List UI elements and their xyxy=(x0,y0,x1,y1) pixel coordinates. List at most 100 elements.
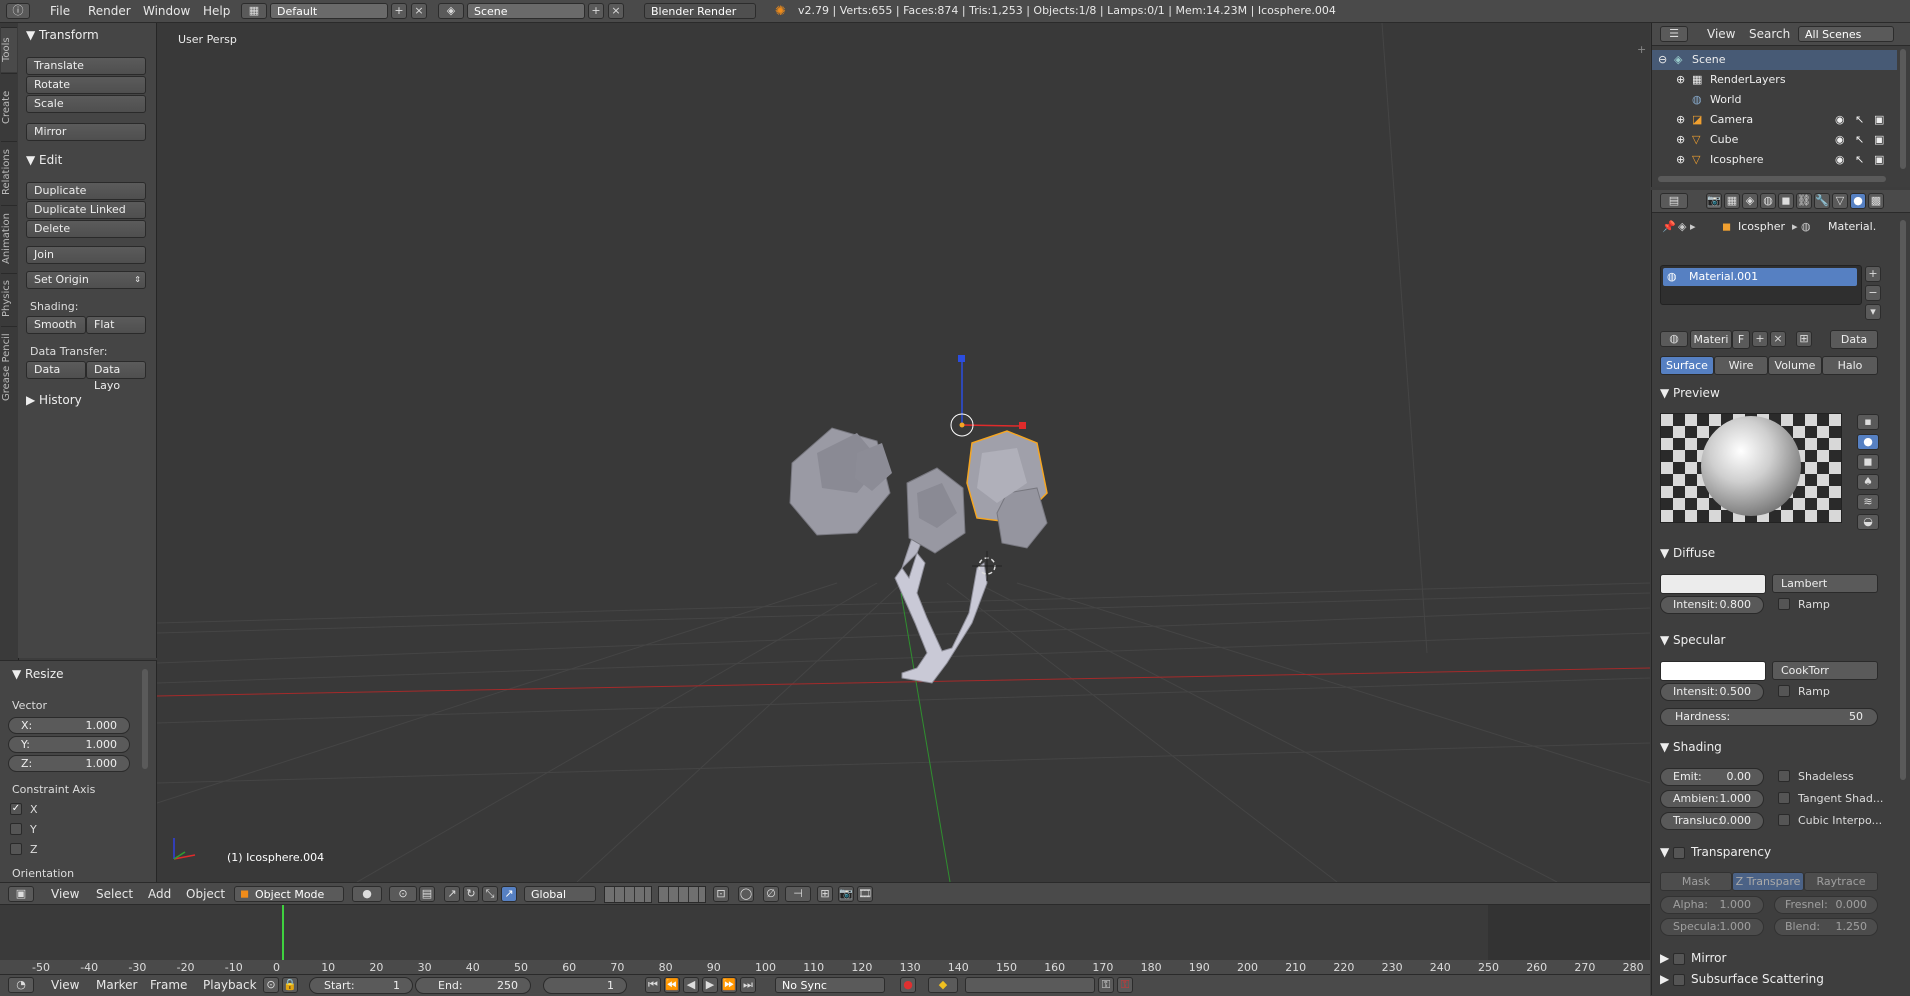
delete-keyframe-icon[interactable]: ⚿ xyxy=(1117,977,1133,993)
mirror-button[interactable]: Mirror xyxy=(26,123,146,141)
preview-cube-icon[interactable]: ◼ xyxy=(1857,454,1879,470)
select-arrow-icon[interactable]: ↖ xyxy=(1855,110,1864,130)
keying-set-field[interactable] xyxy=(965,977,1095,993)
render-camera-icon[interactable]: ▣ xyxy=(1874,110,1884,130)
jump-keyframe-forward-icon[interactable]: ⏩ xyxy=(721,977,737,993)
properties-scrollbar[interactable] xyxy=(1900,220,1906,780)
object-tab-icon[interactable]: ◼ xyxy=(1778,193,1794,209)
expand-toggle-icon[interactable]: ⊕ xyxy=(1676,150,1685,170)
expand-toggle-icon[interactable]: ⊕ xyxy=(1676,130,1685,150)
scale-manipulator-icon[interactable]: ⤡ xyxy=(482,886,498,902)
rotate-button[interactable]: Rotate xyxy=(26,76,146,94)
tab-create[interactable]: Create xyxy=(1,73,17,140)
gizmo-z-handle[interactable] xyxy=(958,355,965,362)
translate-manipulator-icon[interactable]: ↗ xyxy=(444,886,460,902)
remove-slot-icon[interactable]: − xyxy=(1865,285,1881,301)
tab-volume[interactable]: Volume xyxy=(1768,356,1822,375)
render-camera-icon[interactable]: ▣ xyxy=(1874,150,1884,170)
browse-material-icon[interactable]: ◍ xyxy=(1660,331,1688,347)
menu-timeline-view[interactable]: View xyxy=(51,975,79,996)
redo-scrollbar[interactable] xyxy=(142,669,148,769)
transparency-panel-header[interactable]: ▼ Transparency xyxy=(1660,845,1771,859)
translate-button[interactable]: Translate xyxy=(26,57,146,75)
scale-button[interactable]: Scale xyxy=(26,95,146,113)
flat-button[interactable]: Flat xyxy=(86,316,146,334)
tab-surface[interactable]: Surface xyxy=(1660,356,1714,375)
tab-physics[interactable]: Physics xyxy=(1,273,17,324)
specular-alpha-field[interactable]: Specula: 1.000 xyxy=(1660,918,1764,936)
snap-element-icon[interactable]: ⊣ xyxy=(785,886,811,902)
link-data-dropdown[interactable]: Data xyxy=(1830,330,1878,349)
render-camera-icon[interactable]: ▣ xyxy=(1874,130,1884,150)
resize-panel-header[interactable]: ▼ Resize xyxy=(12,667,64,681)
tab-grease-pencil[interactable]: Grease Pencil xyxy=(1,326,17,407)
vector-y-field[interactable]: Y: 1.000 xyxy=(8,736,130,753)
specular-intensity-field[interactable]: Intensit: 0.500 xyxy=(1660,683,1764,701)
snap-target-icon[interactable]: ⊞ xyxy=(817,886,833,902)
remove-layout-icon[interactable]: × xyxy=(411,3,427,19)
render-anim-icon[interactable]: 🎞 xyxy=(857,886,873,902)
data-transfer-button[interactable]: Data xyxy=(26,361,86,379)
current-frame-line[interactable] xyxy=(282,905,284,960)
record-icon[interactable]: ● xyxy=(900,977,916,993)
add-layout-icon[interactable]: + xyxy=(391,3,407,19)
menu-window[interactable]: Window xyxy=(143,0,190,22)
gizmo-x-axis[interactable] xyxy=(961,424,1021,427)
mode-dropdown[interactable]: Object Mode xyxy=(234,886,344,902)
outliner-row-scene[interactable]: ⊖ ◈ Scene xyxy=(1652,50,1897,70)
menu-file[interactable]: File xyxy=(50,0,70,22)
diffuse-shader-dropdown[interactable]: Lambert xyxy=(1772,574,1878,593)
manipulator-toggle-icon[interactable]: ▤ xyxy=(419,886,435,902)
lock-layers-icon[interactable]: ⊡ xyxy=(713,886,729,902)
node-material-icon[interactable]: ⊞ xyxy=(1796,331,1812,347)
slot-specials-icon[interactable]: ▾ xyxy=(1865,304,1881,320)
outliner-filter-dropdown[interactable]: All Scenes xyxy=(1798,26,1894,42)
duplicate-button[interactable]: Duplicate xyxy=(26,182,146,200)
shading-panel-header[interactable]: ▼ Shading xyxy=(1660,740,1722,754)
specular-color-swatch[interactable] xyxy=(1660,661,1766,681)
hardness-field[interactable]: Hardness: 50 xyxy=(1660,708,1878,726)
layout-grid-icon[interactable]: ▦ xyxy=(241,3,267,19)
add-scene-icon[interactable]: + xyxy=(588,3,604,19)
tab-wire[interactable]: Wire xyxy=(1714,356,1768,375)
modifiers-tab-icon[interactable]: 🔧 xyxy=(1814,193,1830,209)
viewport-shading-icon[interactable]: ● xyxy=(352,886,382,902)
end-frame-field[interactable]: End: 250 xyxy=(415,977,531,994)
outliner-menu-view[interactable]: View xyxy=(1707,23,1735,45)
preview-flat-icon[interactable]: ▪ xyxy=(1857,414,1879,430)
scene-tab-icon[interactable]: ◈ xyxy=(1742,193,1758,209)
jump-start-icon[interactable]: ⏮ xyxy=(645,977,661,993)
select-arrow-icon[interactable]: ↖ xyxy=(1855,150,1864,170)
menu-playback[interactable]: Playback xyxy=(203,975,257,996)
constraints-tab-icon[interactable]: ⛓ xyxy=(1796,193,1812,209)
pin-icon[interactable]: 📌 xyxy=(1662,220,1676,233)
diffuse-panel-header[interactable]: ▼ Diffuse xyxy=(1660,546,1715,560)
preview-panel-header[interactable]: ▼ Preview xyxy=(1660,386,1720,400)
set-origin-dropdown[interactable]: Set Origin ⇕ xyxy=(26,271,146,289)
duplicate-linked-button[interactable]: Duplicate Linked xyxy=(26,201,146,219)
scene-icon[interactable]: ◈ xyxy=(438,3,464,19)
editor-type-icon[interactable]: ▣ xyxy=(8,886,34,902)
snap-toggle-icon[interactable]: ∅ xyxy=(763,886,779,902)
menu-marker[interactable]: Marker xyxy=(96,975,137,996)
transform-panel-header[interactable]: ▼ Transform xyxy=(26,28,99,42)
diffuse-color-swatch[interactable] xyxy=(1660,574,1766,594)
preview-monkey-icon[interactable]: ♠ xyxy=(1857,474,1879,490)
data-layout-button[interactable]: Data Layo xyxy=(86,361,146,392)
axis-z-checkbox[interactable] xyxy=(10,843,22,855)
expand-toggle-icon[interactable]: ⊕ xyxy=(1676,110,1685,130)
menu-view[interactable]: View xyxy=(51,883,79,905)
unlink-material-icon[interactable]: × xyxy=(1770,331,1786,347)
info-editor-icon[interactable]: ⓘ xyxy=(6,3,30,19)
outliner-row-renderlayers[interactable]: ⊕ ▦ RenderLayers xyxy=(1652,70,1897,90)
blend-field[interactable]: Blend: 1.250 xyxy=(1774,918,1878,936)
layout-name-field[interactable]: Default xyxy=(270,3,388,19)
translucency-field[interactable]: Transluc: 0.000 xyxy=(1660,812,1764,830)
pivot-point-icon[interactable]: ⊙ xyxy=(389,886,417,902)
expand-toggle-icon[interactable]: ⊖ xyxy=(1658,50,1667,70)
render-engine-dropdown[interactable]: Blender Render xyxy=(644,3,756,19)
keying-set-icon[interactable]: ◆ xyxy=(928,977,958,993)
trans-ztransparency-button[interactable]: Z Transpare xyxy=(1732,872,1804,891)
shadeless-checkbox[interactable] xyxy=(1778,770,1790,782)
render-tab-icon[interactable]: 📷 xyxy=(1706,193,1722,209)
